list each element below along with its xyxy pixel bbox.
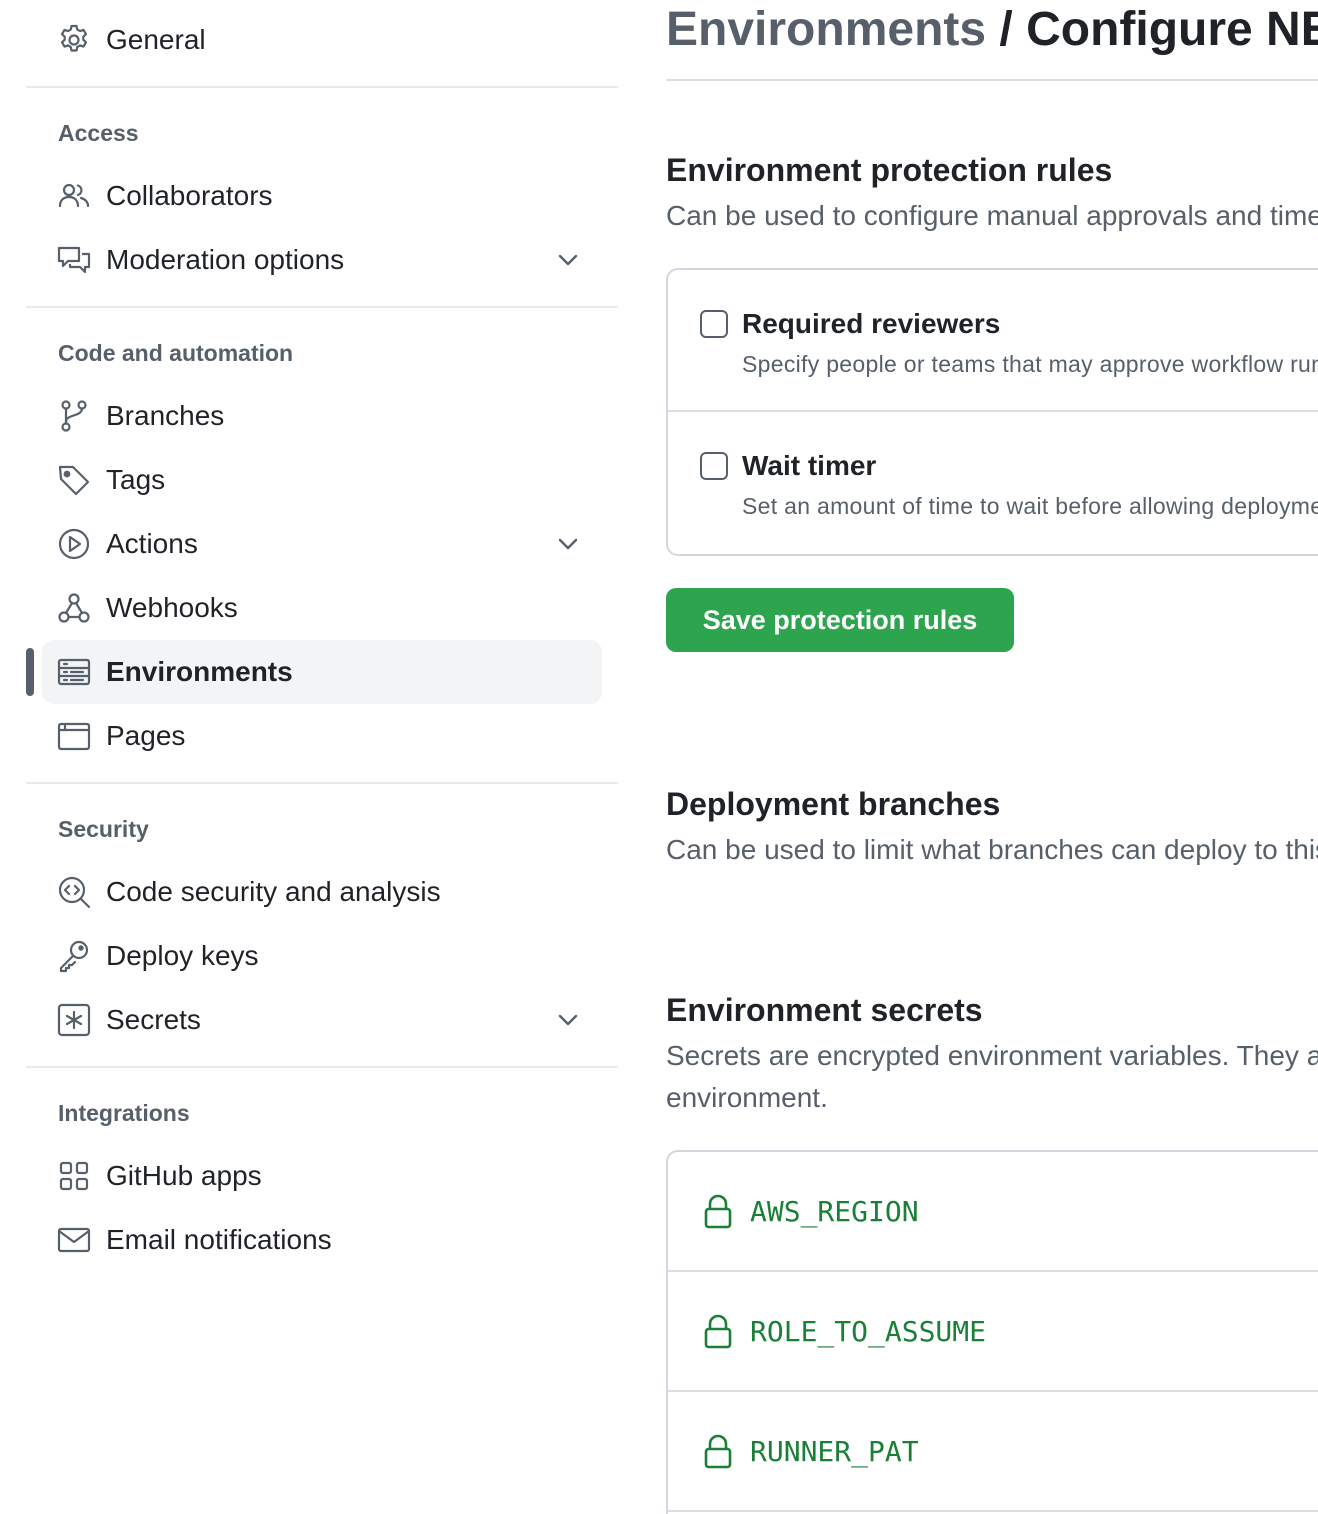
sidebar-item-label: Branches [106,400,225,431]
breadcrumb-separator: / [986,3,1027,56]
lock-icon [702,1434,734,1470]
sidebar-item-label: Email notifications [106,1224,332,1255]
protection-rules-description: Can be used to configure manual approval… [666,200,1318,231]
sidebar-item-tags[interactable]: Tags [42,448,602,512]
sidebar-item-actions[interactable]: Actions [42,512,602,576]
secret-name: ROLE_TO_ASSUME [750,1315,987,1348]
section-heading-security: Security [58,816,149,842]
sidebar-item-secrets[interactable]: Secrets [42,988,602,1052]
chevron-down-icon[interactable] [554,1008,582,1032]
browser-icon [56,718,92,754]
environment-secrets-description-cont: environment. [666,1082,828,1113]
sidebar-item-label: Actions [106,528,198,559]
chevron-down-icon[interactable] [554,532,582,556]
secrets-list: AWS_REGION ROLE_TO_ASSUME RUNNER_PAT [666,1150,1318,1514]
page-title: Environments / Configure NE6 [666,2,1318,58]
protection-rules-box: Required reviewers Specify people or tea… [666,268,1318,556]
key-icon [56,938,92,974]
comment-discussion-icon [56,242,92,278]
chevron-down-icon[interactable] [554,248,582,272]
sidebar-divider [26,782,618,784]
sidebar-item-label: Moderation options [106,244,345,275]
sidebar-item-general[interactable]: General [42,8,602,72]
secret-row[interactable]: ROLE_TO_ASSUME [668,1272,1318,1392]
sidebar-item-pages[interactable]: Pages [42,704,602,768]
active-indicator [26,648,34,696]
settings-sidebar: General Access Collaborators Moderation … [0,0,640,1514]
title-divider [666,79,1318,81]
sidebar-item-label: Environments [106,656,293,687]
protection-rules-heading: Environment protection rules [666,152,1113,188]
breadcrumb-current: Configure NE6 [1026,3,1318,56]
key-asterisk-icon [56,1002,92,1038]
sidebar-divider [26,86,618,88]
rule-description: Set an amount of time to wait before all… [742,493,1318,519]
gear-icon [56,22,92,58]
git-branch-icon [56,398,92,434]
tag-icon [56,462,92,498]
server-icon [56,654,92,690]
section-heading-code-automation: Code and automation [58,340,294,366]
sidebar-item-label: Tags [106,464,166,495]
codescan-icon [56,874,92,910]
deployment-branches-description: Can be used to limit what branches can d… [666,834,1318,865]
save-protection-rules-button[interactable]: Save protection rules [666,588,1014,652]
sidebar-item-label: General [106,24,206,55]
deployment-branches-heading: Deployment branches [666,786,1001,822]
play-icon [56,526,92,562]
required-reviewers-checkbox[interactable] [700,310,728,338]
sidebar-item-moderation[interactable]: Moderation options [42,228,602,292]
sidebar-item-label: GitHub apps [106,1160,262,1191]
section-heading-integrations: Integrations [58,1100,190,1126]
rule-title: Wait timer [742,450,877,481]
environment-secrets-description: Secrets are encrypted environment variab… [666,1040,1318,1071]
lock-icon [702,1194,734,1230]
secret-row[interactable]: AWS_REGION [668,1152,1318,1272]
sidebar-item-collaborators[interactable]: Collaborators [42,164,602,228]
sidebar-item-code-security[interactable]: Code security and analysis [42,860,602,924]
sidebar-divider [26,306,618,308]
sidebar-divider [26,1066,618,1068]
people-icon [56,178,92,214]
rule-description: Specify people or teams that may approve… [742,351,1318,377]
webhook-icon [56,590,92,626]
row-divider [668,1510,1318,1512]
sidebar-item-label: Secrets [106,1004,201,1035]
rule-required-reviewers[interactable]: Required reviewers Specify people or tea… [668,270,1318,412]
secret-row[interactable]: RUNNER_PAT [668,1392,1318,1512]
sidebar-item-label: Pages [106,720,186,751]
sidebar-item-deploy-keys[interactable]: Deploy keys [42,924,602,988]
sidebar-item-label: Code security and analysis [106,876,441,907]
sidebar-item-label: Webhooks [106,592,238,623]
wait-timer-checkbox[interactable] [700,452,728,480]
sidebar-item-webhooks[interactable]: Webhooks [42,576,602,640]
sidebar-item-branches[interactable]: Branches [42,384,602,448]
rule-title: Required reviewers [742,308,1001,339]
section-heading-access: Access [58,120,139,146]
breadcrumb-environments[interactable]: Environments [666,3,986,56]
rule-wait-timer[interactable]: Wait timer Set an amount of time to wait… [668,412,1318,556]
lock-icon [702,1314,734,1350]
secret-name: RUNNER_PAT [750,1435,919,1468]
sidebar-item-label: Collaborators [106,180,273,211]
secret-name: AWS_REGION [750,1195,919,1228]
environment-secrets-heading: Environment secrets [666,992,983,1028]
sidebar-item-environments[interactable]: Environments [42,640,602,704]
main-content: Environments / Configure NE6 Environment… [666,0,1318,1514]
apps-icon [56,1158,92,1194]
sidebar-item-email-notifications[interactable]: Email notifications [42,1208,602,1272]
sidebar-item-label: Deploy keys [106,940,259,971]
mail-icon [56,1222,92,1258]
sidebar-item-github-apps[interactable]: GitHub apps [42,1144,602,1208]
